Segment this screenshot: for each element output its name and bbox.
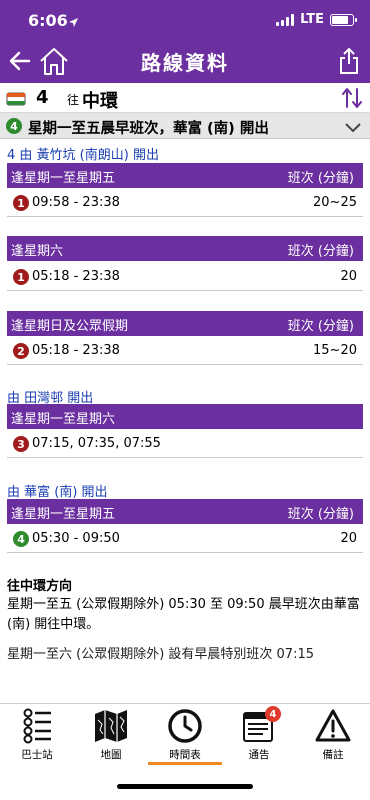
note-badge: 2 (13, 343, 29, 359)
frequency: 20 (340, 269, 357, 284)
freq-header: 班次 (分鐘) (287, 319, 354, 334)
service-hours: 05:18 - 23:38 (32, 343, 120, 358)
day-label: 逢星期日及公眾假期 (11, 319, 129, 334)
swap-direction-button[interactable] (340, 86, 364, 114)
network-label: LTE (300, 12, 324, 27)
tab-label: 備註 (322, 749, 344, 761)
freq-header: 班次 (分鐘) (287, 171, 354, 186)
schedule-header: 逢星期一至星期六 (7, 404, 363, 429)
route-destination: 中環 (82, 91, 118, 112)
note-badge: 1 (13, 269, 29, 285)
share-button[interactable] (336, 38, 362, 83)
tab-remarks[interactable]: 備註 (296, 708, 370, 768)
tab-label: 地圖 (100, 749, 122, 761)
schedule-row: 3 07:15, 07:35, 07:55 (7, 430, 363, 458)
warning-icon (315, 709, 351, 742)
active-tab-indicator (148, 762, 222, 765)
route-to-prefix: 往 (67, 93, 80, 107)
status-time: 6:06 (28, 11, 68, 30)
tab-bus-stops[interactable]: 巴士站 (0, 708, 74, 768)
signal-icon (276, 13, 295, 26)
location-arrow-icon (68, 13, 79, 32)
note-badge: 3 (13, 436, 29, 452)
freq-header: 班次 (分鐘) (287, 507, 354, 522)
service-hours: 05:30 - 09:50 (32, 531, 120, 546)
schedule-row: 1 09:58 - 23:38 20~25 (7, 189, 363, 217)
frequency: 20~25 (313, 195, 357, 210)
direction-info-text: 星期一至五 (公眾假期除外) 05:30 至 09:50 晨早班次由華富 (南)… (7, 597, 360, 632)
status-indicators: LTE (276, 12, 357, 27)
frequency: 15~20 (313, 343, 357, 358)
battery-icon (330, 13, 357, 26)
chevron-down-icon[interactable] (344, 119, 362, 138)
notice-text: 星期一至五晨早班次，華富 (南) 開出 (28, 121, 269, 137)
schedule-list[interactable]: 4 由 黃竹坑 (南朗山) 開出 逢星期一至星期五 班次 (分鐘) 1 09:5… (0, 139, 370, 662)
special-departure-notice[interactable]: 4 星期一至五晨早班次，華富 (南) 開出 (0, 113, 370, 139)
share-icon (340, 47, 358, 74)
page-title: 路線資料 (141, 51, 229, 75)
day-label: 逢星期六 (11, 244, 64, 259)
swap-direction-icon (342, 88, 362, 108)
tab-timetable[interactable]: 時間表 (148, 708, 222, 768)
nav-bar: 路線資料 (0, 38, 370, 83)
notice-badge: 4 (6, 118, 22, 134)
tab-label: 時間表 (169, 749, 201, 761)
service-hours: 09:58 - 23:38 (32, 195, 120, 210)
direction-info-text-cut: 星期一至六 (公眾假期除外) 設有早晨特別班次 07:15 (7, 647, 315, 662)
tab-label: 巴士站 (21, 749, 53, 761)
route-header: 4 往 中環 (0, 83, 370, 113)
day-label: 逢星期一至星期五 (11, 507, 116, 522)
direction-info-title: 往中環方向 (7, 579, 73, 594)
schedule-row: 4 05:30 - 09:50 20 (7, 525, 363, 553)
schedule-header: 逢星期一至星期五 班次 (分鐘) (7, 163, 363, 188)
note-badge: 4 (13, 531, 29, 547)
day-label: 逢星期一至星期五 (11, 171, 116, 186)
schedule-row: 1 05:18 - 23:38 20 (7, 263, 363, 291)
day-label: 逢星期一至星期六 (11, 412, 116, 427)
origin-title: 由 華富 (南) 開出 (7, 485, 108, 500)
freq-header: 班次 (分鐘) (287, 244, 354, 259)
route-number: 4 (36, 87, 49, 108)
service-hours: 05:18 - 23:38 (32, 269, 120, 284)
service-hours: 07:15, 07:35, 07:55 (32, 436, 161, 451)
clock-icon (168, 709, 202, 743)
schedule-header: 逢星期日及公眾假期 班次 (分鐘) (7, 311, 363, 336)
status-bar: 6:06 LTE (0, 0, 370, 38)
map-icon (95, 710, 127, 742)
bus-icon (6, 91, 26, 110)
schedule-header: 逢星期六 班次 (分鐘) (7, 236, 363, 261)
bus-stop-icon (23, 708, 51, 744)
home-indicator (117, 784, 253, 789)
tab-label: 通告 (248, 749, 270, 761)
tab-notices[interactable]: 4 通告 (222, 706, 296, 768)
notice-count-badge: 4 (265, 706, 281, 722)
schedule-row: 2 05:18 - 23:38 15~20 (7, 337, 363, 365)
schedule-header: 逢星期一至星期五 班次 (分鐘) (7, 499, 363, 524)
frequency: 20 (340, 531, 357, 546)
tab-map[interactable]: 地圖 (74, 708, 148, 768)
origin-title: 4 由 黃竹坑 (南朗山) 開出 (7, 148, 159, 163)
note-badge: 1 (13, 195, 29, 211)
